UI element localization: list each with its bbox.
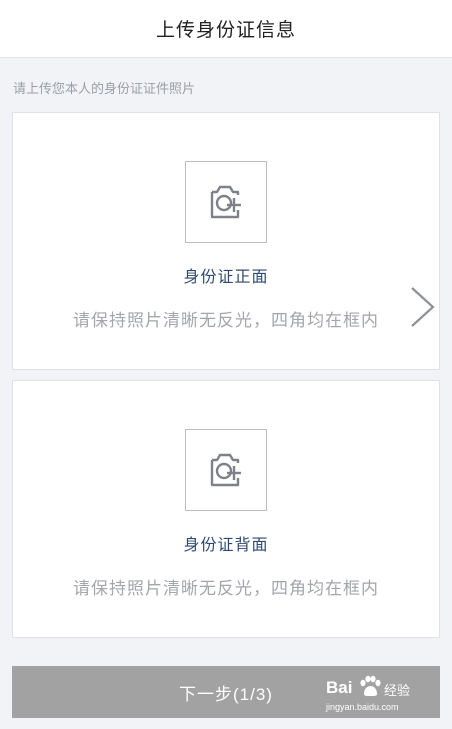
next-step-label: 下一步(1/3) bbox=[179, 684, 273, 704]
baidu-paw-icon bbox=[360, 675, 381, 696]
back-card-title: 身份证背面 bbox=[183, 535, 269, 554]
page-title: 上传身份证信息 bbox=[155, 19, 296, 41]
front-camera-box[interactable] bbox=[185, 161, 267, 243]
camera-plus-icon bbox=[210, 453, 241, 487]
header-bar: 上传身份证信息 bbox=[0, 0, 452, 58]
id-front-upload-card[interactable]: 身份证正面 请保持照片清晰无反光，四角均在框内 bbox=[12, 112, 440, 370]
front-card-title: 身份证正面 bbox=[183, 267, 269, 286]
watermark-jingyan: 经验 bbox=[384, 684, 411, 699]
front-card-description: 请保持照片清晰无反光，四角均在框内 bbox=[73, 311, 379, 331]
baidu-jingyan-watermark: Bai 经验 jingyan.baidu.com bbox=[324, 672, 434, 716]
chevron-right-icon[interactable] bbox=[409, 285, 437, 329]
camera-plus-icon bbox=[210, 185, 241, 219]
back-card-description: 请保持照片清晰无反光，四角均在框内 bbox=[73, 579, 379, 599]
watermark-url: jingyan.baidu.com bbox=[326, 702, 399, 712]
id-back-upload-card[interactable]: 身份证背面 请保持照片清晰无反光，四角均在框内 bbox=[12, 380, 440, 638]
watermark-brand: Bai bbox=[326, 678, 353, 697]
upload-hint: 请上传您本人的身份证证件照片 bbox=[13, 82, 196, 97]
back-camera-box[interactable] bbox=[185, 429, 267, 511]
